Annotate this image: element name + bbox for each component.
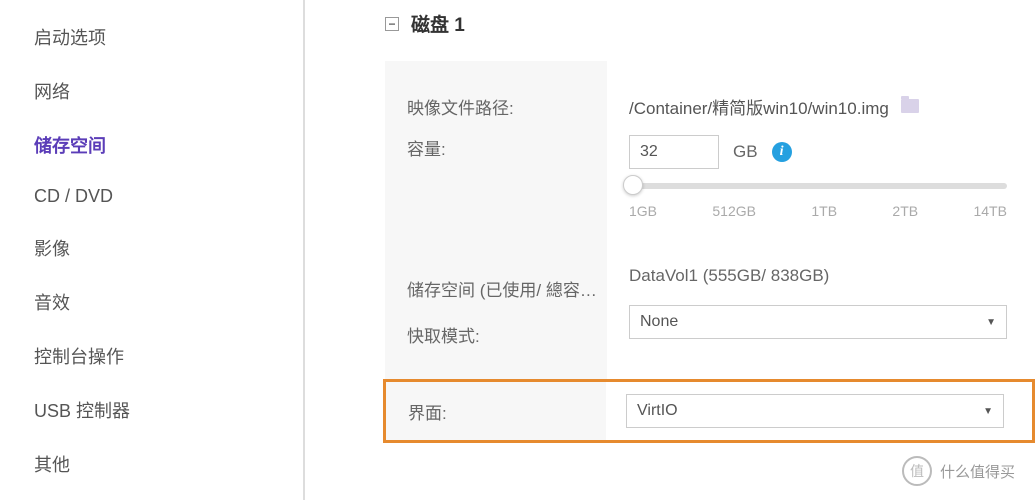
inputs-column: /Container/精简版win10/win10.img GB i 1GB — [607, 61, 1035, 379]
image-path-value: /Container/精简版win10/win10.img — [629, 94, 889, 119]
settings-sidebar: 启动选项 网络 储存空间 CD / DVD 影像 音效 控制台操作 USB 控制… — [0, 0, 305, 500]
capacity-slider-row: 1GB 512GB 1TB 2TB 14TB — [629, 183, 1007, 253]
cache-mode-row: None — [629, 299, 1007, 345]
disk-form: 映像文件路径: 容量: 储存空间 (已使用/ 總容… 快取模式: /Contai… — [385, 61, 1035, 379]
cache-mode-select[interactable]: None — [629, 305, 1007, 339]
tick-14tb: 14TB — [973, 203, 1006, 219]
sidebar-item-usb-controller[interactable]: USB 控制器 — [0, 383, 303, 437]
sidebar-item-image[interactable]: 影像 — [0, 221, 303, 275]
capacity-input[interactable] — [629, 135, 719, 169]
watermark-badge-icon: 值 — [902, 456, 932, 486]
capacity-row: GB i — [629, 129, 1007, 175]
label-image-path: 映像文件路径: — [407, 83, 607, 129]
main-content: − 磁盘 1 映像文件路径: 容量: 储存空间 (已使用/ 總容… 快取模式: … — [305, 0, 1035, 500]
labels-column: 映像文件路径: 容量: 储存空间 (已使用/ 總容… 快取模式: — [385, 61, 607, 379]
slider-ticks: 1GB 512GB 1TB 2TB 14TB — [629, 199, 1007, 223]
cache-mode-value: None — [640, 313, 678, 331]
sidebar-item-cd-dvd[interactable]: CD / DVD — [0, 172, 303, 221]
folder-icon[interactable] — [901, 99, 919, 113]
tick-1gb: 1GB — [629, 203, 657, 219]
interface-value: VirtIO — [637, 402, 678, 420]
slider-thumb[interactable] — [623, 175, 643, 195]
interface-select[interactable]: VirtIO — [626, 394, 1004, 428]
sidebar-item-other[interactable]: 其他 — [0, 437, 303, 491]
sidebar-item-audio[interactable]: 音效 — [0, 275, 303, 329]
collapse-toggle-icon[interactable]: − — [385, 17, 399, 31]
interface-row-highlighted: 界面: VirtIO — [383, 379, 1035, 443]
sidebar-item-boot-options[interactable]: 启动选项 — [0, 10, 303, 64]
label-cache-mode: 快取模式: — [407, 311, 607, 357]
capacity-unit: GB — [733, 142, 758, 162]
image-path-row: /Container/精简版win10/win10.img — [629, 83, 1007, 129]
tick-1tb: 1TB — [811, 203, 837, 219]
info-icon[interactable]: i — [772, 142, 792, 162]
label-capacity: 容量: — [407, 129, 607, 219]
section-title: 磁盘 1 — [411, 10, 465, 37]
tick-512gb: 512GB — [712, 203, 756, 219]
storage-value: DataVol1 (555GB/ 838GB) — [629, 253, 1007, 299]
watermark: 值 什么值得买 — [902, 456, 1015, 486]
sidebar-item-console[interactable]: 控制台操作 — [0, 329, 303, 383]
sidebar-item-storage[interactable]: 储存空间 — [0, 118, 303, 172]
capacity-slider[interactable] — [629, 183, 1007, 189]
watermark-text: 什么值得买 — [940, 461, 1015, 482]
label-interface: 界面: — [386, 382, 606, 440]
sidebar-item-network[interactable]: 网络 — [0, 64, 303, 118]
disk-section-header: − 磁盘 1 — [385, 10, 1035, 37]
tick-2tb: 2TB — [892, 203, 918, 219]
label-storage: 储存空间 (已使用/ 總容… — [407, 265, 607, 311]
